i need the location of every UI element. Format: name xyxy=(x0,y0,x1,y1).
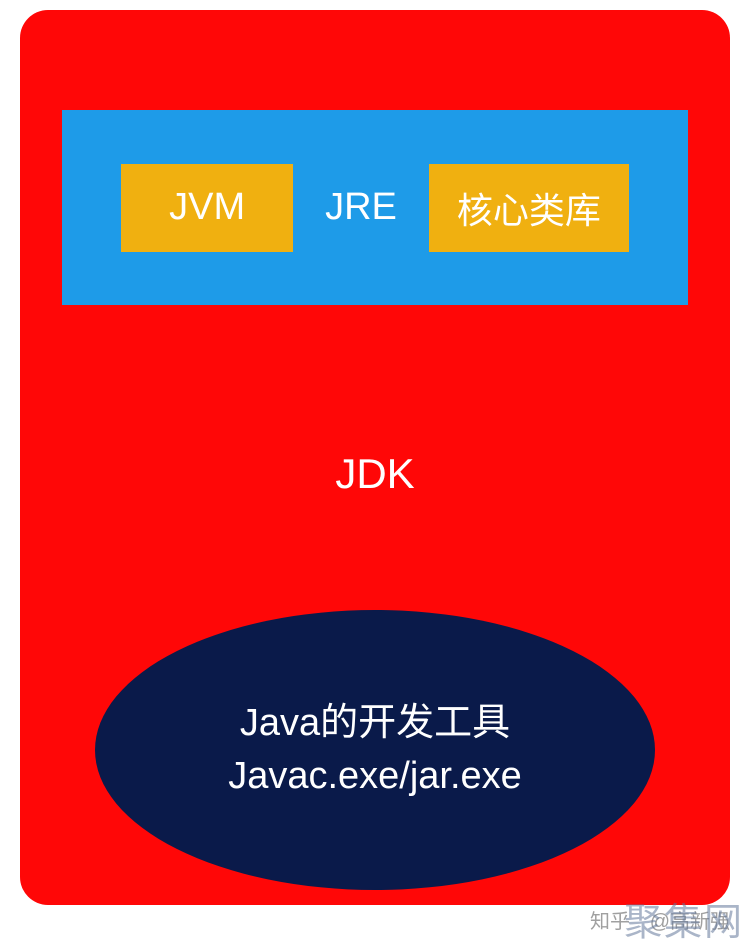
jvm-box: JVM xyxy=(121,164,293,252)
jvm-label: JVM xyxy=(169,186,245,229)
core-library-label: 核心类库 xyxy=(457,182,601,234)
jre-label: JRE xyxy=(317,186,405,229)
jdk-label: JDK xyxy=(20,450,730,498)
jre-box: JVM JRE 核心类库 xyxy=(62,110,688,305)
watermark-site: 聚集网 xyxy=(624,891,744,946)
core-library-box: 核心类库 xyxy=(429,164,629,252)
dev-tools-ellipse: Java的开发工具 Javac.exe/jar.exe xyxy=(95,610,655,890)
dev-tools-line1: Java的开发工具 xyxy=(240,697,510,750)
dev-tools-line2: Javac.exe/jar.exe xyxy=(228,750,522,803)
jdk-container: JVM JRE 核心类库 JDK Java的开发工具 Javac.exe/jar… xyxy=(20,10,730,905)
